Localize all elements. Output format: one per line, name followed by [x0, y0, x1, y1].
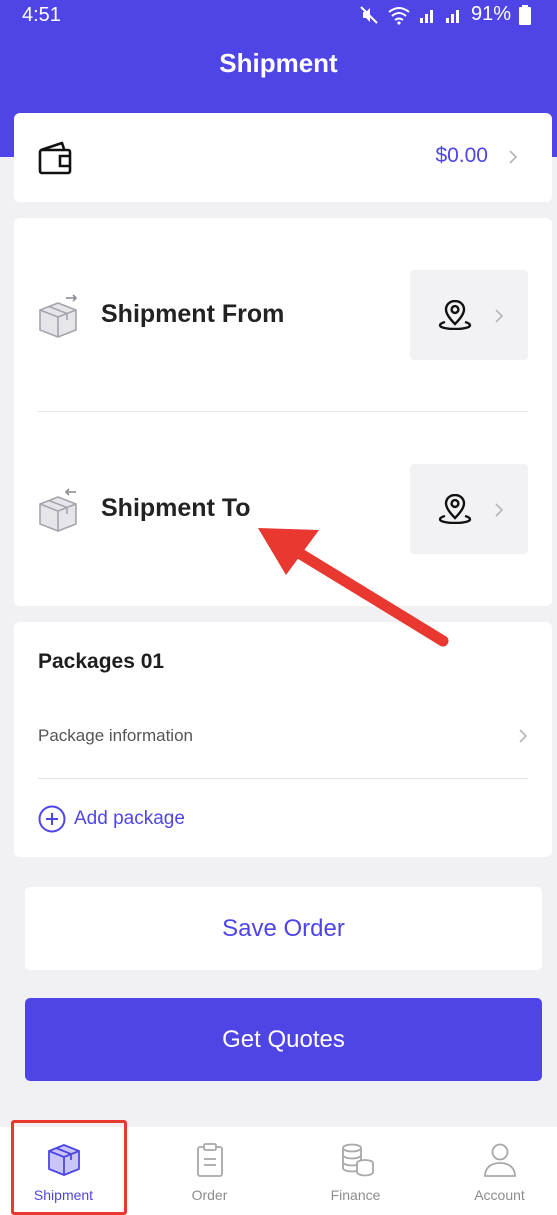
- package-information-row[interactable]: Package information: [38, 714, 528, 754]
- plus-circle-icon: [38, 805, 66, 833]
- save-order-button[interactable]: Save Order: [25, 887, 542, 970]
- shipment-from-row[interactable]: Shipment From: [14, 270, 552, 360]
- chevron-right-icon: [509, 150, 518, 164]
- mute-icon: [360, 5, 378, 24]
- wifi-icon: [388, 6, 410, 25]
- status-time: 4:51: [22, 4, 61, 26]
- status-bar: 4:51 91%: [0, 0, 557, 32]
- divider: [38, 411, 528, 412]
- wallet-card[interactable]: $0.00: [14, 113, 552, 202]
- nav-item-account[interactable]: Account: [442, 1127, 557, 1215]
- nav-label-order: Order: [191, 1187, 228, 1203]
- add-package-label: Add package: [74, 808, 185, 829]
- page-title: Shipment: [219, 48, 338, 78]
- clipboard-icon: [197, 1143, 223, 1177]
- package-information-label: Package information: [38, 726, 193, 745]
- annotation-highlight-box: [11, 1120, 127, 1215]
- shipment-from-picker[interactable]: [410, 270, 528, 360]
- chevron-right-icon: [495, 309, 504, 323]
- box-receive-icon: [39, 488, 77, 532]
- shipment-from-label: Shipment From: [101, 300, 285, 328]
- shipment-to-label: Shipment To: [101, 494, 251, 522]
- coins-icon: [342, 1143, 374, 1177]
- get-quotes-button[interactable]: Get Quotes: [25, 998, 542, 1081]
- box-send-icon: [39, 294, 78, 338]
- packages-title: Packages 01: [38, 650, 165, 673]
- nav-item-finance[interactable]: Finance: [298, 1127, 413, 1215]
- signal-icon-2: [445, 9, 459, 23]
- status-icons: 91%: [359, 3, 531, 26]
- wallet-balance: $0.00: [435, 144, 488, 167]
- wallet-icon: [38, 141, 72, 175]
- packages-card: Packages 01 Package information Add pack…: [14, 622, 552, 857]
- chevron-right-icon: [495, 503, 504, 517]
- location-pin-icon: [438, 300, 472, 330]
- battery-icon: [519, 4, 531, 25]
- annotation-arrow-icon: [258, 528, 449, 647]
- divider: [38, 778, 528, 779]
- nav-item-order[interactable]: Order: [152, 1127, 267, 1215]
- signal-icon: [419, 9, 433, 23]
- chevron-right-icon: [519, 729, 528, 743]
- nav-label-finance: Finance: [330, 1187, 381, 1203]
- battery-percent: 91%: [470, 3, 511, 25]
- nav-label-account: Account: [474, 1187, 525, 1203]
- person-icon: [484, 1143, 516, 1177]
